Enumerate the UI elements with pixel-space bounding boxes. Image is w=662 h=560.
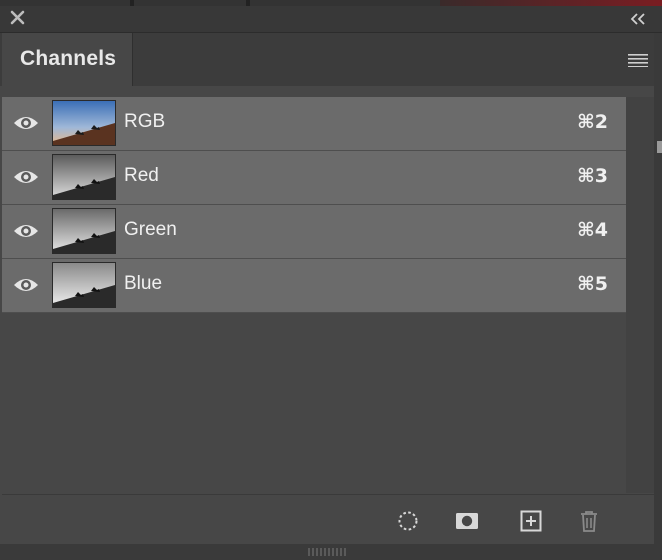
channel-row-blue[interactable]: Blue ⌘5 (2, 259, 626, 313)
channel-list: RGB ⌘2 Red ⌘3 Green ⌘4 Blue ⌘5 (2, 97, 626, 493)
panel-title-bar (0, 6, 662, 33)
channel-thumbnail (52, 154, 116, 200)
eye-icon[interactable] (12, 167, 40, 187)
channel-shortcut: ⌘4 (577, 219, 608, 241)
edge-marker (657, 141, 662, 153)
panel-menu-icon[interactable] (628, 53, 648, 67)
channel-name: Green (124, 219, 177, 240)
panel-footer (2, 494, 654, 545)
dashed-selection-icon[interactable] (396, 509, 420, 533)
panel-right-edge (654, 33, 662, 560)
channel-thumbnail (52, 100, 116, 146)
channel-row-rgb[interactable]: RGB ⌘2 (2, 97, 626, 151)
mask-icon[interactable] (455, 509, 479, 533)
new-channel-icon[interactable] (519, 509, 543, 533)
tab-label: Channels (20, 47, 117, 70)
close-icon[interactable] (8, 8, 28, 28)
channel-row-red[interactable]: Red ⌘3 (2, 151, 626, 205)
channel-name: Red (124, 165, 159, 186)
panel-tab-row: Channels (0, 33, 662, 86)
panel-resize-bar[interactable] (0, 544, 662, 560)
list-scrollbar[interactable] (626, 97, 654, 493)
channel-name: RGB (124, 111, 166, 132)
channel-shortcut: ⌘3 (577, 165, 608, 187)
channel-row-green[interactable]: Green ⌘4 (2, 205, 626, 259)
eye-icon[interactable] (12, 275, 40, 295)
tab-channels[interactable]: Channels (2, 33, 133, 86)
eye-icon[interactable] (12, 113, 40, 133)
channel-name: Blue (124, 273, 163, 294)
channel-shortcut: ⌘5 (577, 273, 608, 295)
trash-icon[interactable] (577, 509, 601, 533)
channel-shortcut: ⌘2 (577, 111, 608, 133)
double-chevron-left-icon[interactable] (628, 9, 648, 29)
resize-grip-icon[interactable] (308, 548, 348, 556)
eye-icon[interactable] (12, 221, 40, 241)
channel-thumbnail (52, 262, 116, 308)
channel-thumbnail (52, 208, 116, 254)
